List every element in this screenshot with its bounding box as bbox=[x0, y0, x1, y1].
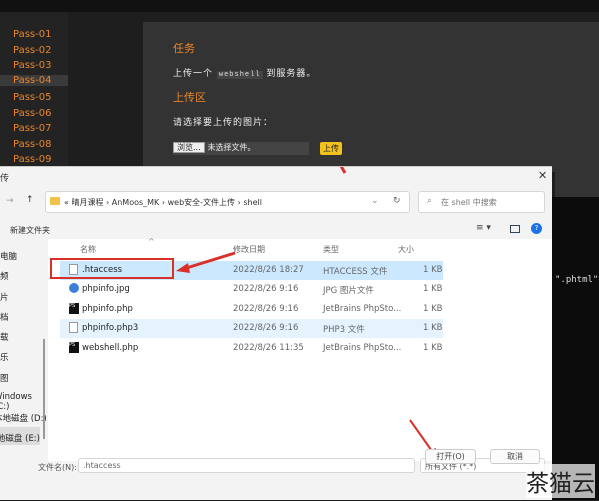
sidebar-item-pass-03[interactable]: Pass-03 bbox=[13, 60, 51, 71]
top-bar bbox=[0, 0, 599, 12]
file-open-dialog: 传 ✕ → ↑ « 晴月课程 › AnMoos_MK › web安全-文件上传 … bbox=[0, 166, 552, 500]
cancel-button[interactable]: 取消 bbox=[490, 449, 540, 464]
task-heading: 任务 bbox=[173, 42, 195, 55]
annotation-arrow bbox=[339, 167, 347, 174]
sidebar-item-pass-02[interactable]: Pass-02 bbox=[13, 45, 51, 56]
sidebar-item-pass-04[interactable]: Pass-04 bbox=[0, 75, 68, 86]
task-text: 上传一个 webshell 到服务器。 bbox=[173, 66, 316, 79]
task-code: webshell bbox=[216, 71, 263, 79]
code-snippet: ".phtml", bbox=[555, 275, 599, 285]
choose-label: 请选择要上传的图片： bbox=[173, 118, 274, 128]
sidebar-item-pass-07[interactable]: Pass-07 bbox=[13, 123, 51, 134]
right-panel bbox=[555, 22, 599, 197]
task-text-pre: 上传一个 bbox=[173, 69, 214, 79]
sidebar-item-pass-01[interactable]: Pass-01 bbox=[13, 29, 51, 40]
main-panel: 任务 上传一个 webshell 到服务器。 上传区 请选择要上传的图片： 浏览… bbox=[143, 22, 555, 172]
browse-button[interactable]: 浏览... bbox=[173, 142, 205, 153]
no-file-text: 未选择文件。 bbox=[207, 143, 256, 152]
watermark: 茶猫云 bbox=[526, 464, 595, 498]
filename-input[interactable]: .htaccess bbox=[78, 458, 415, 473]
file-input[interactable]: 浏览... 未选择文件。 bbox=[173, 142, 309, 155]
sidebar-item-pass-05[interactable]: Pass-05 bbox=[13, 92, 51, 103]
task-text-post: 到服务器。 bbox=[266, 69, 317, 79]
code-panel bbox=[552, 197, 599, 500]
sidebar: Pass-01 Pass-02 Pass-03 Pass-04 Pass-05 … bbox=[0, 12, 68, 172]
filename-label: 文件名(N): bbox=[38, 463, 77, 472]
upload-button[interactable]: 上传 bbox=[320, 142, 342, 155]
open-button[interactable]: 打开(O) bbox=[425, 449, 476, 464]
sidebar-item-pass-09[interactable]: Pass-09 bbox=[13, 154, 51, 165]
upload-heading: 上传区 bbox=[173, 91, 206, 104]
sidebar-item-pass-06[interactable]: Pass-06 bbox=[13, 108, 51, 119]
annotation-arrowhead bbox=[176, 263, 190, 273]
sidebar-item-pass-08[interactable]: Pass-08 bbox=[13, 139, 51, 150]
